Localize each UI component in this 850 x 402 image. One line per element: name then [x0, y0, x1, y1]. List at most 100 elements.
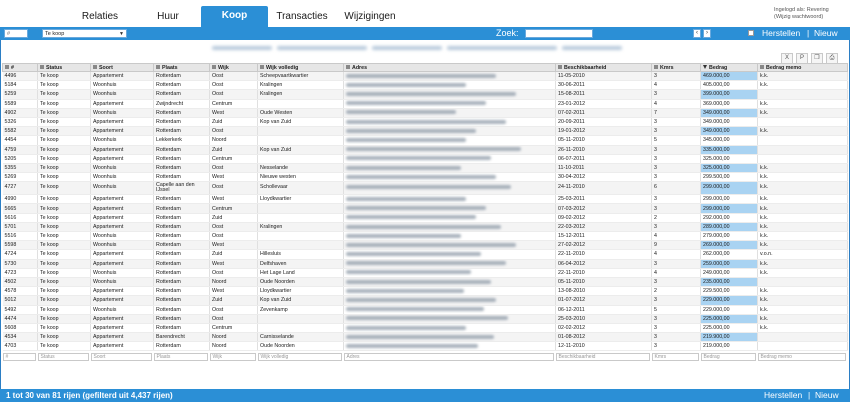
col-wijk-filter-input[interactable]: Wijk — [209, 352, 256, 361]
change-password-link[interactable]: (Wijzig wachtwoord) — [774, 14, 840, 21]
new-link[interactable]: Nieuw — [814, 27, 838, 40]
col-bedrag-cell: 299.500,00 — [700, 172, 758, 183]
col-id-header[interactable]: # — [2, 63, 38, 72]
tab-huur[interactable]: Huur — [136, 7, 200, 27]
table-row[interactable]: 4902 Te koop Woonhuis Rotterdam West Oude Wes… — [2, 108, 848, 118]
table-row[interactable]: 4724 Te koop Appartement Rotterdam Zuid Hille… — [2, 249, 848, 260]
col-adres-filter-input[interactable]: Adres — [343, 352, 554, 361]
sort-desc-icon — [703, 65, 707, 70]
redacted-address — [346, 185, 511, 190]
table-row[interactable]: 5516 Te koop Woonhuis Rotterdam Oost 15-12-20… — [2, 231, 848, 242]
toolbar-separator: | — [807, 28, 810, 38]
table-row[interactable]: 4759 Te koop Appartement Rotterdam Zuid Kop v… — [2, 145, 848, 155]
col-soort-filter-input[interactable]: Soort — [90, 352, 152, 361]
chevron-right-icon[interactable]: › — [703, 29, 711, 38]
col-kmrs-header[interactable]: Kmrs — [651, 63, 701, 72]
table-row[interactable]: 4502 Te koop Woonhuis Rotterdam Noord Oude No… — [2, 277, 848, 288]
col-status-cell: Te koop — [37, 231, 91, 242]
table-row[interactable]: 4703 Te koop Appartement Rotterdam Noord Oude… — [2, 341, 848, 352]
col-id-filter-input[interactable]: # — [2, 352, 36, 361]
col-bedrag-cell: 249.000,00 — [700, 268, 758, 278]
col-bedrag-filter-input[interactable]: Bedrag — [700, 352, 756, 361]
id-filter-input[interactable]: # — [4, 29, 28, 38]
col-beschikbaarheid-cell: 15-08-2011 — [555, 89, 652, 100]
col-status-filter-input[interactable]: Status — [37, 352, 89, 361]
col-beschikbaarheid-filter-input[interactable]: Beschikbaarheid — [555, 352, 650, 361]
col-bedrag-memo-cell: k.k. — [757, 71, 848, 82]
col-soort-header[interactable]: Soort — [90, 63, 154, 72]
table-row[interactable]: 4496 Te koop Appartement Rotterdam Oost Schee… — [2, 71, 848, 82]
col-id-cell: 4454 — [2, 135, 38, 146]
col-bedrag-memo-header[interactable]: Bedrag memo — [757, 63, 848, 72]
table-row[interactable]: 5665 Te koop Appartement Rotterdam Centrum 07… — [2, 203, 848, 214]
col-bedrag-header[interactable]: Bedrag — [700, 63, 758, 72]
table-row[interactable]: 5184 Te koop Woonhuis Rotterdam Oost Kralinge… — [2, 80, 848, 91]
col-id-cell: 5730 — [2, 259, 38, 269]
search-input[interactable] — [525, 29, 593, 38]
col-adres-cell — [343, 314, 556, 324]
tab-koop[interactable]: Koop — [201, 6, 268, 27]
col-wijk-volledig-header[interactable]: Wijk volledig — [257, 63, 344, 72]
redacted-address — [346, 196, 466, 201]
table-row[interactable]: 4578 Te koop Appartement Rotterdam West Lloyd… — [2, 286, 848, 297]
footer-reset-link[interactable]: Herstellen — [764, 389, 802, 402]
col-adres-cell — [343, 213, 556, 223]
col-plaats-header[interactable]: Plaats — [153, 63, 210, 72]
tab-transacties[interactable]: Transacties — [270, 7, 334, 27]
reset-link[interactable]: Herstellen — [762, 27, 800, 40]
table-row[interactable]: 5205 Te koop Appartement Rotterdam Centrum 06… — [2, 154, 848, 164]
chevron-left-icon[interactable]: ‹ — [693, 29, 701, 38]
col-bedrag-cell: 345.000,00 — [700, 135, 758, 146]
col-adres-cell — [343, 203, 556, 214]
table-row[interactable]: 4454 Te koop Woonhuis Lekkerkerk Noord 05-11-… — [2, 135, 848, 146]
col-kmrs-cell: 2 — [651, 213, 701, 223]
col-bedrag-memo-cell — [757, 332, 848, 343]
tab-relaties[interactable]: Relaties — [64, 7, 136, 27]
table-row[interactable]: 5355 Te koop Woonhuis Rotterdam Oost Nesselan… — [2, 163, 848, 174]
col-bedrag-memo-cell — [757, 145, 848, 155]
col-id-cell: 4703 — [2, 341, 38, 352]
table-row[interactable]: 4990 Te koop Appartement Rotterdam West Lloyd… — [2, 194, 848, 205]
table-row[interactable]: 5259 Te koop Woonhuis Rotterdam Oost Kralinge… — [2, 89, 848, 100]
table-row[interactable]: 5012 Te koop Appartement Rotterdam Zuid Kop v… — [2, 295, 848, 306]
tab-wijzigingen[interactable]: Wijzigingen — [338, 7, 402, 27]
col-bedrag-memo-filter-input[interactable]: Bedrag memo — [757, 352, 846, 361]
table-row[interactable]: 5589 Te koop Appartement Zwijndrecht Centrum… — [2, 99, 848, 109]
status-select[interactable]: Te koop ▼ — [42, 29, 127, 38]
table-row[interactable]: 4474 Te koop Appartement Rotterdam Oost 25-03… — [2, 314, 848, 324]
toolbar-checkbox[interactable] — [748, 30, 754, 36]
col-wijk-volledig-cell — [257, 314, 344, 324]
col-wijk-cell: West — [209, 108, 258, 118]
col-soort-cell: Woonhuis — [90, 181, 154, 196]
col-status-header[interactable]: Status — [37, 63, 91, 72]
table-row[interactable]: 5616 Te koop Appartement Rotterdam Zuid 09-02… — [2, 213, 848, 223]
table-row[interactable]: 5326 Te koop Appartement Rotterdam Zuid Kop v… — [2, 117, 848, 128]
table-row[interactable]: 4534 Te koop Appartement Barendrecht Noord Ca… — [2, 332, 848, 343]
table-row[interactable]: 5598 Te koop Woonhuis Rotterdam West 27-02-20… — [2, 240, 848, 251]
col-wijk-volledig-filter-input[interactable]: Wijk volledig — [257, 352, 342, 361]
col-wijk-volledig-cell: Nieuwe westen — [257, 172, 344, 183]
col-bedrag-memo-cell: k.k. — [757, 99, 848, 109]
footer-new-link[interactable]: Nieuw — [815, 389, 839, 402]
table-row[interactable]: 5492 Te koop Woonhuis Rotterdam Oost Zevenkam… — [2, 305, 848, 315]
col-id-cell: 5516 — [2, 231, 38, 242]
table-row[interactable]: 4727 Te koop Woonhuis Capelle aan den IJsse… — [2, 181, 848, 196]
col-status-cell: Te koop — [37, 163, 91, 174]
col-status-cell: Te koop — [37, 89, 91, 100]
col-adres-header[interactable]: Adres — [343, 63, 556, 72]
table-row[interactable]: 5701 Te koop Appartement Rotterdam Oost Krali… — [2, 222, 848, 233]
col-wijk-header[interactable]: Wijk — [209, 63, 258, 72]
table-row[interactable]: 5730 Te koop Appartement Rotterdam West Delfs… — [2, 259, 848, 269]
col-adres-cell — [343, 80, 556, 91]
col-plaats-cell: Rotterdam — [153, 286, 210, 297]
col-plaats-filter-input[interactable]: Plaats — [153, 352, 208, 361]
table-row[interactable]: 5608 Te koop Appartement Rotterdam Centrum 02… — [2, 323, 848, 334]
table-row[interactable]: 5582 Te koop Appartement Rotterdam Oost 19-01… — [2, 126, 848, 137]
col-beschikbaarheid-header[interactable]: Beschikbaarheid — [555, 63, 652, 72]
col-status-cell: Te koop — [37, 314, 91, 324]
col-id-cell: 4759 — [2, 145, 38, 155]
table-row[interactable]: 5269 Te koop Woonhuis Rotterdam West Nieuwe w… — [2, 172, 848, 183]
col-kmrs-filter-input[interactable]: Kmrs — [651, 352, 699, 361]
col-wijk-cell: Zuid — [209, 249, 258, 260]
table-row[interactable]: 4723 Te koop Woonhuis Rotterdam Oost Het Lage… — [2, 268, 848, 278]
